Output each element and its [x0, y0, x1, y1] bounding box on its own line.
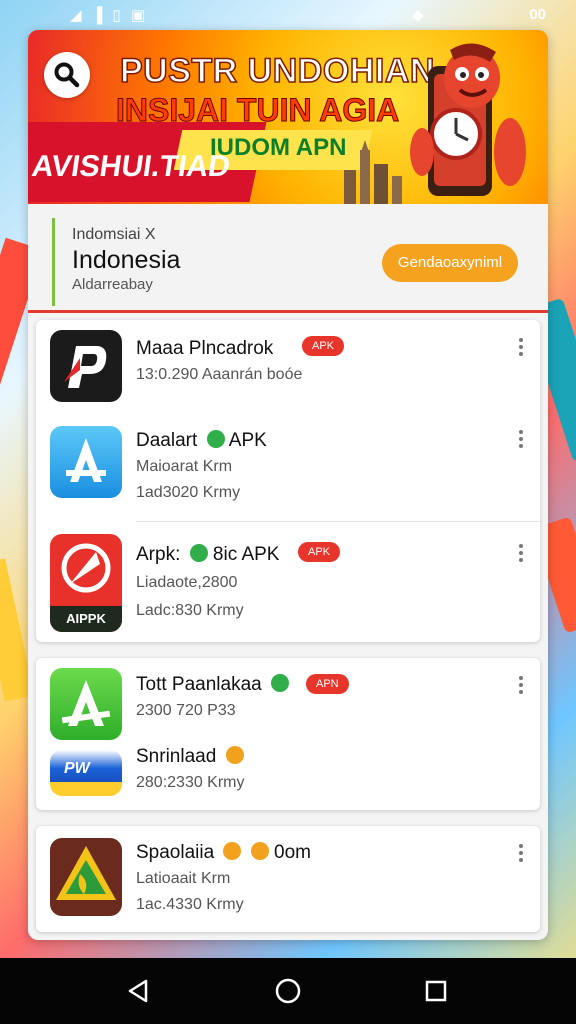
- main-card: PUSTR UNDOHIAN INSIJAI TUIN AGIA AVISHUI…: [28, 30, 548, 940]
- emoji-badge-icon: [223, 842, 242, 860]
- location-icon: ◆: [412, 7, 424, 24]
- status-icons: ◢ ▐ ▯ ▣: [70, 6, 148, 24]
- region-action-button[interactable]: Gendaoaxyniml: [382, 244, 518, 282]
- apk-badge: APK: [298, 542, 341, 562]
- status-right-text: 00: [529, 6, 546, 23]
- list-item[interactable]: Daalart APK Maioarat Krm 1ad3020 Krmy: [36, 416, 540, 522]
- search-button[interactable]: [44, 52, 90, 98]
- pw-icon-label: PW: [64, 760, 90, 777]
- pw-icon: PW: [50, 750, 122, 796]
- apk-badge: APK: [302, 336, 345, 356]
- more-options-icon[interactable]: [516, 674, 526, 696]
- banner-title-line2: INSIJAI TUIN AGIA: [115, 92, 400, 129]
- app-name-text: Spaolaiia: [136, 842, 215, 863]
- app-detail: Ladc:830 Krmy: [136, 602, 244, 619]
- emoji-badge-icon: [250, 842, 269, 860]
- list-item[interactable]: Tott Paanlakaa APN 2300 720 P33: [36, 658, 540, 740]
- promo-banner[interactable]: PUSTR UNDOHIAN INSIJAI TUIN AGIA AVISHUI…: [28, 30, 548, 204]
- notification-icon: ▣: [130, 7, 149, 24]
- more-options-icon[interactable]: [516, 542, 526, 564]
- app-store-icon: [50, 426, 122, 498]
- app-detail: 13:0.290 Aaanrán boóe: [136, 366, 303, 383]
- banner-title-line4: IUDOM APN: [210, 134, 347, 161]
- app-detail: 1ac.4330 Krmy: [136, 896, 244, 913]
- apk-red-icon: AIPPK: [50, 534, 122, 632]
- list-item[interactable]: AIPPK Arpk: 8ic APK APK Liadaote,2800 La…: [36, 522, 540, 642]
- app-name-text: Snrinlaad: [136, 746, 217, 767]
- app-name: Spaolaiia 0om: [136, 842, 311, 864]
- app-name-suffix: 0om: [274, 842, 311, 863]
- signal-icon: ▐: [91, 7, 106, 24]
- green-a-icon: [50, 668, 122, 740]
- verified-icon: [206, 430, 225, 448]
- region-subtitle: Indomsiai X: [72, 226, 156, 243]
- region-panel: Indomsiai X Indonesia Aldarreabay Gendao…: [28, 204, 548, 313]
- navigation-bar: [0, 958, 576, 1024]
- app-name: Tott Paanlakaa: [136, 674, 289, 696]
- verified-icon: [189, 544, 208, 562]
- more-options-icon[interactable]: [516, 842, 526, 864]
- app-list-card-3: Spaolaiia 0om Latioaait Krm 1ac.4330 Krm…: [36, 826, 540, 932]
- app-name-text: Tott Paanlakaa: [136, 674, 262, 695]
- emoji-badge-icon: [225, 746, 244, 764]
- app-name: Arpk: 8ic APK: [136, 544, 279, 566]
- app-name-suffix: APK: [228, 430, 267, 451]
- search-icon: [54, 62, 80, 88]
- more-options-icon[interactable]: [516, 336, 526, 358]
- p-app-icon: [50, 330, 122, 402]
- app-list-card-1: Maaa Plncadrok APK 13:0.290 Aaanrán boóe…: [36, 320, 540, 642]
- app-name: Snrinlaad: [136, 746, 244, 768]
- region-accent-bar: [52, 218, 55, 306]
- verified-icon: [270, 674, 289, 692]
- region-meta: Aldarreabay: [72, 276, 153, 293]
- app-name-suffix: 8ic APK: [212, 544, 280, 565]
- more-options-icon[interactable]: [516, 428, 526, 450]
- wifi-icon: ◢: [70, 7, 85, 24]
- status-bar: ◢ ▐ ▯ ▣ ◆ 00: [0, 0, 576, 30]
- home-icon[interactable]: [273, 976, 303, 1006]
- app-list-card-2: Tott Paanlakaa APN 2300 720 P33 PW Snrin…: [36, 658, 540, 810]
- triangle-leaf-icon: [50, 838, 122, 916]
- app-detail: 280:2330 Krmy: [136, 774, 245, 791]
- app-name: Maaa Plncadrok: [136, 338, 274, 359]
- banner-title-line3: AVISHUI.TIAD: [29, 150, 233, 183]
- back-icon[interactable]: [124, 976, 154, 1006]
- app-detail: 1ad3020 Krmy: [136, 484, 241, 501]
- app-name-text: Daalart: [136, 430, 198, 451]
- battery-icon: ▯: [112, 7, 124, 24]
- list-item[interactable]: PW Snrinlaad 280:2330 Krmy: [36, 740, 540, 810]
- app-detail: Latioaait Krm: [136, 870, 231, 887]
- banner-title-line1: PUSTR UNDOHIAN: [119, 51, 435, 91]
- region-name: Indonesia: [72, 246, 181, 274]
- recents-icon[interactable]: [421, 976, 451, 1006]
- list-item[interactable]: Spaolaiia 0om Latioaait Krm 1ac.4330 Krm…: [36, 826, 540, 932]
- apk-red-icon-label: AIPPK: [50, 606, 122, 632]
- app-detail: 2300 720 P33: [136, 702, 236, 719]
- app-detail: Liadaote,2800: [136, 574, 238, 591]
- app-name-text: Arpk:: [136, 544, 181, 565]
- app-name: Daalart APK: [136, 430, 267, 452]
- list-item[interactable]: Maaa Plncadrok APK 13:0.290 Aaanrán boóe: [36, 320, 540, 416]
- apk-badge: APN: [306, 674, 349, 694]
- app-detail: Maioarat Krm: [136, 458, 233, 475]
- mascot-phone-icon: [410, 43, 526, 196]
